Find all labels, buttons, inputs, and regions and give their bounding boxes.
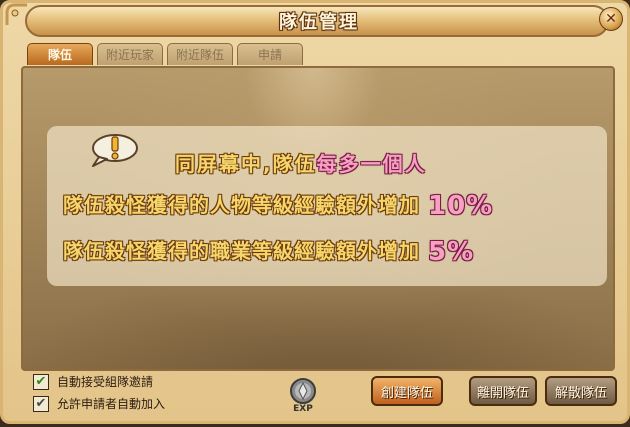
auto-accept-option[interactable]: ✔ 自動接受組隊邀請 [33, 373, 153, 390]
info-line-1: 同屏幕中,隊伍每多一個人 [175, 148, 427, 178]
team-management-window: 隊伍管理 ✕ 隊伍 附近玩家 附近隊伍 申請 同屏幕中,隊伍每多一個人 隊伍殺怪… [0, 0, 630, 424]
info-line-3-value: 5% [428, 237, 475, 267]
tab-bar: 隊伍 附近玩家 附近隊伍 申請 [27, 43, 303, 67]
corner-ornament-icon [5, 3, 27, 25]
leave-team-button[interactable]: 離開隊伍 [469, 376, 537, 406]
info-line-2-text: 隊伍殺怪獲得的人物等級經驗額外增加 [63, 193, 420, 217]
auto-join-label: 允許申請者自動加入 [57, 397, 166, 411]
create-team-button[interactable]: 創建隊伍 [371, 376, 443, 406]
window-title: 隊伍管理 [279, 12, 359, 33]
tab-applications[interactable]: 申請 [237, 43, 303, 65]
info-line-2: 隊伍殺怪獲得的人物等級經驗額外增加 10% [63, 189, 493, 221]
bottom-bar: ✔ 自動接受組隊邀請 ✔ 允許申請者自動加入 EXP 創建隊伍 離開隊伍 解散隊… [3, 371, 630, 427]
auto-join-checkbox[interactable]: ✔ [33, 395, 49, 412]
tab-nearby-teams[interactable]: 附近隊伍 [167, 43, 233, 65]
exp-label: EXP [293, 404, 313, 413]
close-icon: ✕ [605, 11, 617, 27]
info-line-1-highlight: 每多一個人 [316, 152, 427, 176]
info-line-2-value: 10% [428, 191, 494, 221]
close-button[interactable]: ✕ [599, 7, 623, 31]
disband-team-button[interactable]: 解散隊伍 [545, 376, 617, 406]
info-line-3: 隊伍殺怪獲得的職業等級經驗額外增加 5% [63, 235, 474, 267]
info-line-3-text: 隊伍殺怪獲得的職業等級經驗額外增加 [63, 239, 420, 263]
tab-team[interactable]: 隊伍 [27, 43, 93, 65]
auto-accept-label: 自動接受組隊邀請 [57, 375, 154, 389]
exclamation-bubble-icon [92, 134, 138, 167]
info-line-1-prefix: 同屏幕中,隊伍 [175, 152, 317, 176]
exp-icon[interactable]: EXP [287, 377, 319, 413]
tab-nearby-players[interactable]: 附近玩家 [97, 43, 163, 65]
title-bar[interactable]: 隊伍管理 [25, 5, 609, 37]
auto-accept-checkbox[interactable]: ✔ [33, 373, 49, 390]
auto-join-option[interactable]: ✔ 允許申請者自動加入 [33, 395, 165, 412]
